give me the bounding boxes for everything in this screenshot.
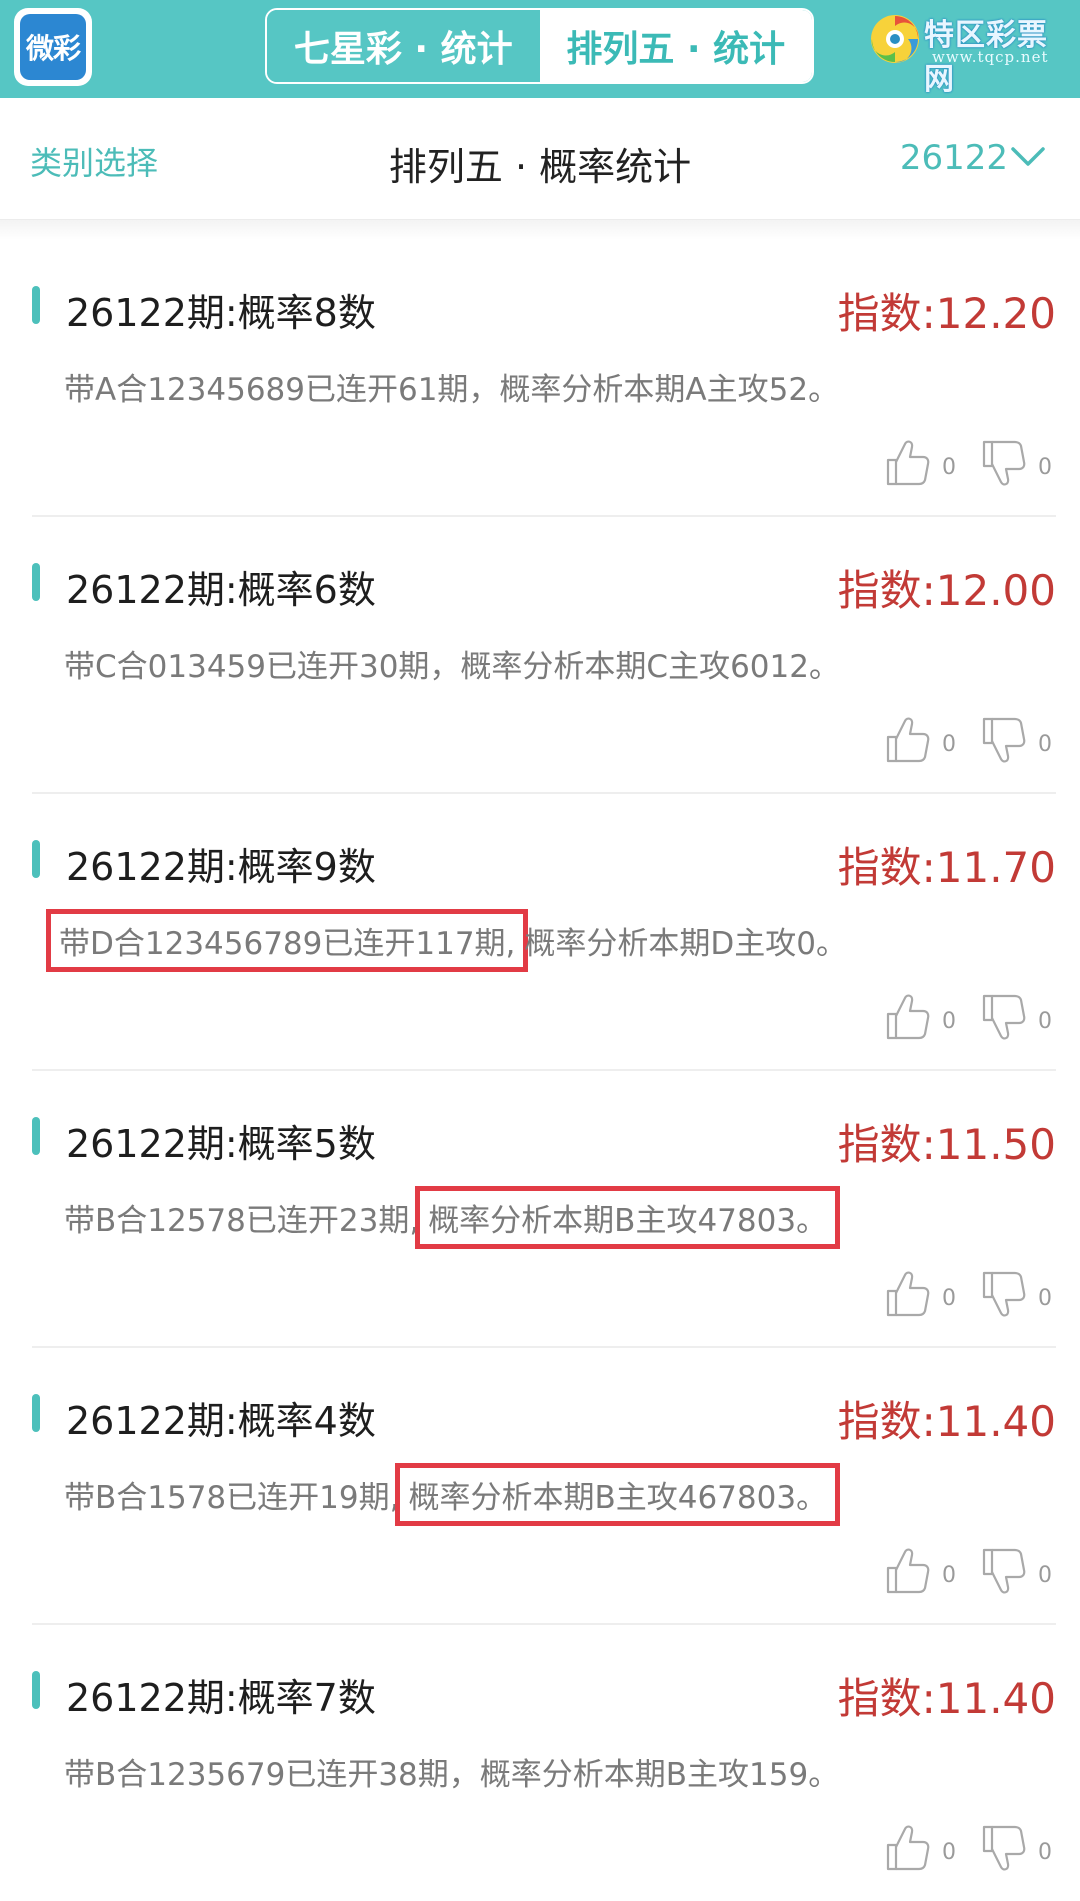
thumbs-up-icon [886, 717, 930, 763]
dislike-count: 0 [1038, 1840, 1052, 1865]
card-accent-bar [32, 1394, 40, 1432]
probability-card[interactable]: 26122期:概率9数 指数:11.70 带D合123456789已连开117期… [32, 794, 1056, 1071]
card-desc-text: 带C合013459已连开30期，概率分析本期C主攻6012。 [64, 649, 840, 685]
thumbs-up-icon [886, 994, 930, 1040]
like-count: 0 [942, 455, 956, 480]
card-accent-bar [32, 1117, 40, 1155]
card-desc-text: 带B合1578已连开19期, [64, 1480, 400, 1516]
sub-header: 类别选择 排列五 · 概率统计 26122 [0, 98, 1080, 220]
thumbs-down-icon [982, 440, 1026, 486]
vote-bar: 0 0 [860, 992, 1052, 1042]
app-logo[interactable]: 微彩 [14, 8, 92, 86]
probability-card[interactable]: 26122期:概率4数 指数:11.40 带B合1578已连开19期, 概率分析本… [32, 1348, 1056, 1625]
card-title: 26122期:概率8数 [66, 291, 376, 335]
card-desc-text-after: 概率分析本期D主攻0。 [524, 926, 847, 962]
card-index-value: 指数:11.40 [837, 1397, 1056, 1446]
dislike-count: 0 [1038, 1563, 1052, 1588]
vote-bar: 0 0 [860, 1269, 1052, 1319]
brand-watermark: 特区彩票网 www.tqcp.net [868, 8, 1068, 97]
like-count: 0 [942, 1563, 956, 1588]
chevron-down-icon[interactable] [1010, 146, 1046, 168]
card-index-value: 指数:11.70 [837, 843, 1056, 892]
card-description: 带B合1578已连开19期, 概率分析本期B主攻467803。 [64, 1463, 841, 1526]
card-index-value: 指数:12.00 [837, 566, 1056, 615]
card-accent-bar [32, 840, 40, 878]
dislike-button[interactable]: 0 [980, 1546, 1052, 1596]
card-accent-bar [32, 286, 40, 324]
card-desc-text: 带A合12345689已连开61期，概率分析本期A主攻52。 [64, 372, 840, 408]
thumbs-up-icon [886, 1271, 930, 1317]
card-desc-highlight: 概率分析本期B主攻467803。 [395, 1463, 841, 1526]
like-button[interactable]: 0 [884, 1823, 956, 1873]
lottery-tab-switcher: 七星彩 · 统计 排列五 · 统计 [265, 8, 814, 84]
dislike-button[interactable]: 0 [980, 1269, 1052, 1319]
dislike-count: 0 [1038, 1286, 1052, 1311]
like-button[interactable]: 0 [884, 715, 956, 765]
dislike-count: 0 [1038, 732, 1052, 757]
dislike-button[interactable]: 0 [980, 438, 1052, 488]
thumbs-down-icon [982, 1548, 1026, 1594]
like-count: 0 [942, 1009, 956, 1034]
vote-bar: 0 0 [860, 1546, 1052, 1596]
thumbs-up-icon [886, 1548, 930, 1594]
dislike-count: 0 [1038, 455, 1052, 480]
card-description: 带A合12345689已连开61期，概率分析本期A主攻52。 [64, 364, 839, 409]
card-description: 带C合013459已连开30期，概率分析本期C主攻6012。 [64, 641, 840, 686]
brand-swirl-icon [871, 15, 919, 63]
dislike-button[interactable]: 0 [980, 1823, 1052, 1873]
like-count: 0 [942, 1840, 956, 1865]
thumbs-down-icon [982, 1271, 1026, 1317]
brand-url: www.tqcp.net [932, 48, 1049, 66]
card-description: 带B合1235679已连开38期，概率分析本期B主攻159。 [64, 1749, 839, 1794]
like-button[interactable]: 0 [884, 1546, 956, 1596]
thumbs-up-icon [886, 440, 930, 486]
card-accent-bar [32, 563, 40, 601]
card-desc-highlight: 带D合123456789已连开117期, [46, 909, 529, 972]
like-count: 0 [942, 1286, 956, 1311]
thumbs-up-icon [886, 1825, 930, 1871]
card-description: 带B合12578已连开23期, 概率分析本期B主攻47803。 [64, 1186, 841, 1249]
card-title: 26122期:概率7数 [66, 1676, 376, 1720]
like-button[interactable]: 0 [884, 992, 956, 1042]
card-index-value: 指数:12.20 [837, 289, 1056, 338]
dislike-button[interactable]: 0 [980, 992, 1052, 1042]
probability-list: 26122期:概率8数 指数:12.20 带A合12345689已连开61期，概… [0, 240, 1080, 1901]
thumbs-down-icon [982, 994, 1026, 1040]
card-desc-text: 带B合1235679已连开38期，概率分析本期B主攻159。 [64, 1757, 840, 1793]
issue-select[interactable]: 26122 [900, 138, 1008, 178]
card-title: 26122期:概率5数 [66, 1122, 376, 1166]
vote-bar: 0 0 [860, 715, 1052, 765]
card-title: 26122期:概率9数 [66, 845, 376, 889]
like-button[interactable]: 0 [884, 438, 956, 488]
card-title: 26122期:概率4数 [66, 1399, 376, 1443]
thumbs-down-icon [982, 717, 1026, 763]
probability-card[interactable]: 26122期:概率5数 指数:11.50 带B合12578已连开23期, 概率分析… [32, 1071, 1056, 1348]
card-index-value: 指数:11.40 [837, 1674, 1056, 1723]
thumbs-down-icon [982, 1825, 1026, 1871]
card-desc-highlight: 概率分析本期B主攻47803。 [415, 1186, 841, 1249]
like-count: 0 [942, 732, 956, 757]
card-accent-bar [32, 1671, 40, 1709]
card-description: 带D合123456789已连开117期, 概率分析本期D主攻0。 [46, 909, 847, 972]
vote-bar: 0 0 [860, 1823, 1052, 1873]
probability-card[interactable]: 26122期:概率8数 指数:12.20 带A合12345689已连开61期，概… [32, 240, 1056, 517]
card-title: 26122期:概率6数 [66, 568, 376, 612]
dislike-count: 0 [1038, 1009, 1052, 1034]
top-bar: 微彩 七星彩 · 统计 排列五 · 统计 特区彩票网 www.tqcp.net [0, 0, 1080, 98]
tab-qixingcai-stats[interactable]: 七星彩 · 统计 [267, 10, 540, 82]
tab-pailie5-stats[interactable]: 排列五 · 统计 [539, 10, 812, 82]
like-button[interactable]: 0 [884, 1269, 956, 1319]
app-logo-text: 微彩 [20, 14, 86, 80]
probability-card[interactable]: 26122期:概率7数 指数:11.40 带B合1235679已连开38期，概率… [32, 1625, 1056, 1901]
vote-bar: 0 0 [860, 438, 1052, 488]
dislike-button[interactable]: 0 [980, 715, 1052, 765]
probability-card[interactable]: 26122期:概率6数 指数:12.00 带C合013459已连开30期，概率分… [32, 517, 1056, 794]
section-gap [0, 220, 1080, 240]
card-desc-text: 带B合12578已连开23期, [64, 1203, 420, 1239]
card-index-value: 指数:11.50 [837, 1120, 1056, 1169]
